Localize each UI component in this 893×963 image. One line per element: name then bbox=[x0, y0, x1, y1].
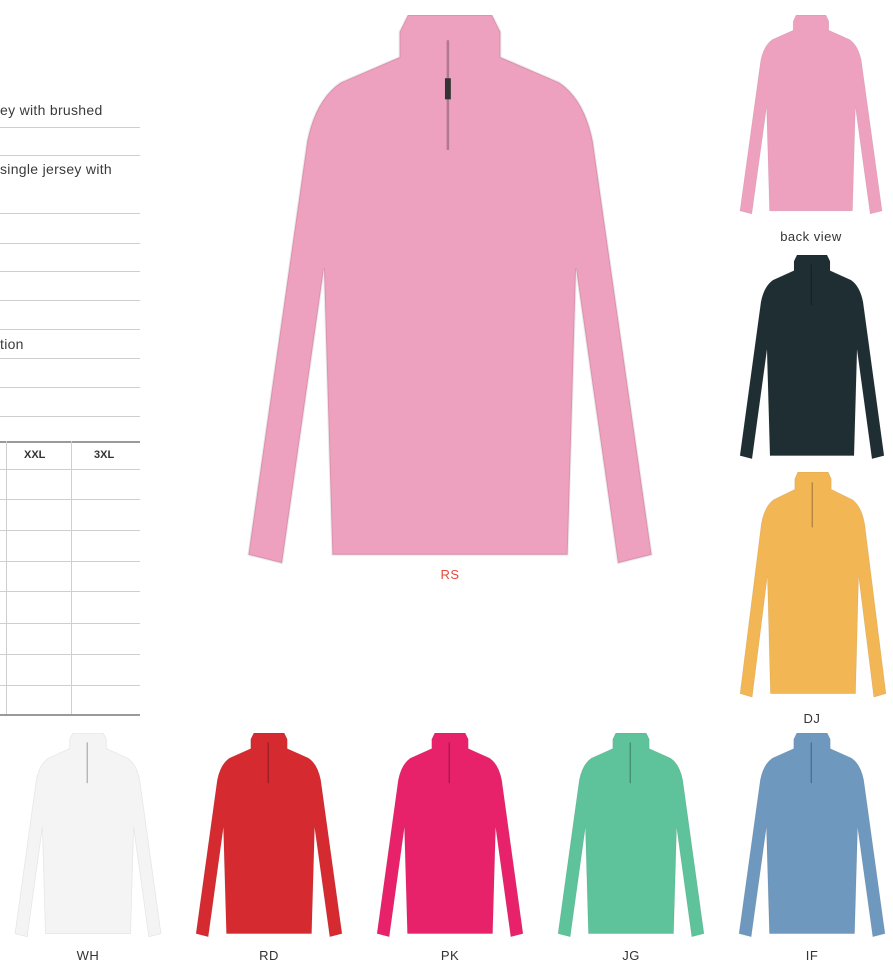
variant-image-bk bbox=[737, 255, 887, 465]
variant-code-dj: DJ bbox=[803, 711, 821, 726]
size-table: XXL 3XL bbox=[0, 441, 140, 716]
variant-image-jg bbox=[555, 733, 707, 943]
back-view-image bbox=[737, 15, 885, 220]
spec-divider bbox=[0, 300, 140, 301]
variant-image-if bbox=[736, 733, 888, 943]
variant-code-if: IF bbox=[805, 948, 819, 963]
spec-divider bbox=[0, 155, 140, 156]
spec-divider bbox=[0, 213, 140, 214]
variant-image-pk bbox=[374, 733, 526, 943]
variant-image-rd bbox=[193, 733, 345, 943]
back-view-label: back view bbox=[780, 229, 842, 244]
spec-divider bbox=[0, 329, 140, 330]
variant-image-dj bbox=[737, 472, 889, 704]
size-header-3xl: 3XL bbox=[94, 449, 115, 461]
spec-divider bbox=[0, 243, 140, 244]
variant-code-wh: WH bbox=[76, 948, 100, 963]
spec-divider bbox=[0, 358, 140, 359]
spec-line-care: tion bbox=[0, 336, 24, 352]
variant-image-wh bbox=[12, 733, 164, 943]
spec-line-fabric: ey with brushed bbox=[0, 102, 103, 118]
main-product-image bbox=[240, 15, 660, 580]
spec-line-material: single jersey with bbox=[0, 161, 112, 177]
main-product-code: RS bbox=[440, 567, 460, 582]
spec-divider bbox=[0, 387, 140, 388]
spec-divider bbox=[0, 271, 140, 272]
variant-code-rd: RD bbox=[259, 948, 279, 963]
spec-divider bbox=[0, 127, 140, 128]
spec-divider bbox=[0, 416, 140, 417]
size-header-xxl: XXL bbox=[24, 449, 46, 461]
variant-code-jg: JG bbox=[622, 948, 640, 963]
variant-code-pk: PK bbox=[440, 948, 460, 963]
